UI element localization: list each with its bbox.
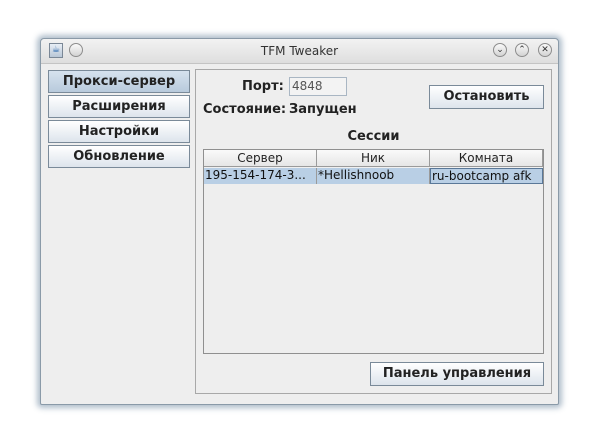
state-label: Состояние: [203,102,287,117]
sidebar-item-update[interactable]: Обновление [48,145,190,168]
title-bar[interactable]: ☕ TFM Tweaker ⌄ ⌃ ✕ [41,39,558,64]
port-label: Порт: [242,79,284,94]
column-header-room[interactable]: Комната [430,150,543,167]
sidebar-item-settings[interactable]: Настройки [48,120,190,143]
sidebar-item-proxy-server[interactable]: Прокси-сервер [48,70,190,93]
column-header-server[interactable]: Сервер [204,150,317,167]
table-row[interactable]: 195-154-174-3... *Hellishnoob ru-bootcam… [204,168,543,184]
minimize-icon[interactable]: ⌄ [493,43,507,57]
sessions-title: Сессии [347,129,400,144]
table-header: Сервер Ник Комната [204,150,543,168]
sidebar-item-extensions[interactable]: Расширения [48,95,190,118]
column-header-nick[interactable]: Ник [317,150,430,167]
table-cell-room[interactable]: ru-bootcamp afk [430,168,543,184]
app-window: ☕ TFM Tweaker ⌄ ⌃ ✕ Прокси-сервер Расшир… [40,38,559,405]
sessions-table[interactable]: Сервер Ник Комната 195-154-174-3... *Hel… [203,149,544,354]
stop-button[interactable]: Остановить [429,85,544,109]
table-cell-server[interactable]: 195-154-174-3... [204,168,317,184]
port-field[interactable]: 4848 [289,77,347,96]
proxy-panel: Порт: 4848 Состояние: Запущен Остановить… [195,69,552,394]
state-value: Запущен [289,102,357,117]
window-title: TFM Tweaker [260,44,339,58]
table-cell-nick[interactable]: *Hellishnoob [317,168,430,184]
close-icon[interactable]: ✕ [538,43,552,57]
maximize-icon[interactable]: ⌃ [515,43,529,57]
control-panel-button[interactable]: Панель управления [370,362,544,386]
